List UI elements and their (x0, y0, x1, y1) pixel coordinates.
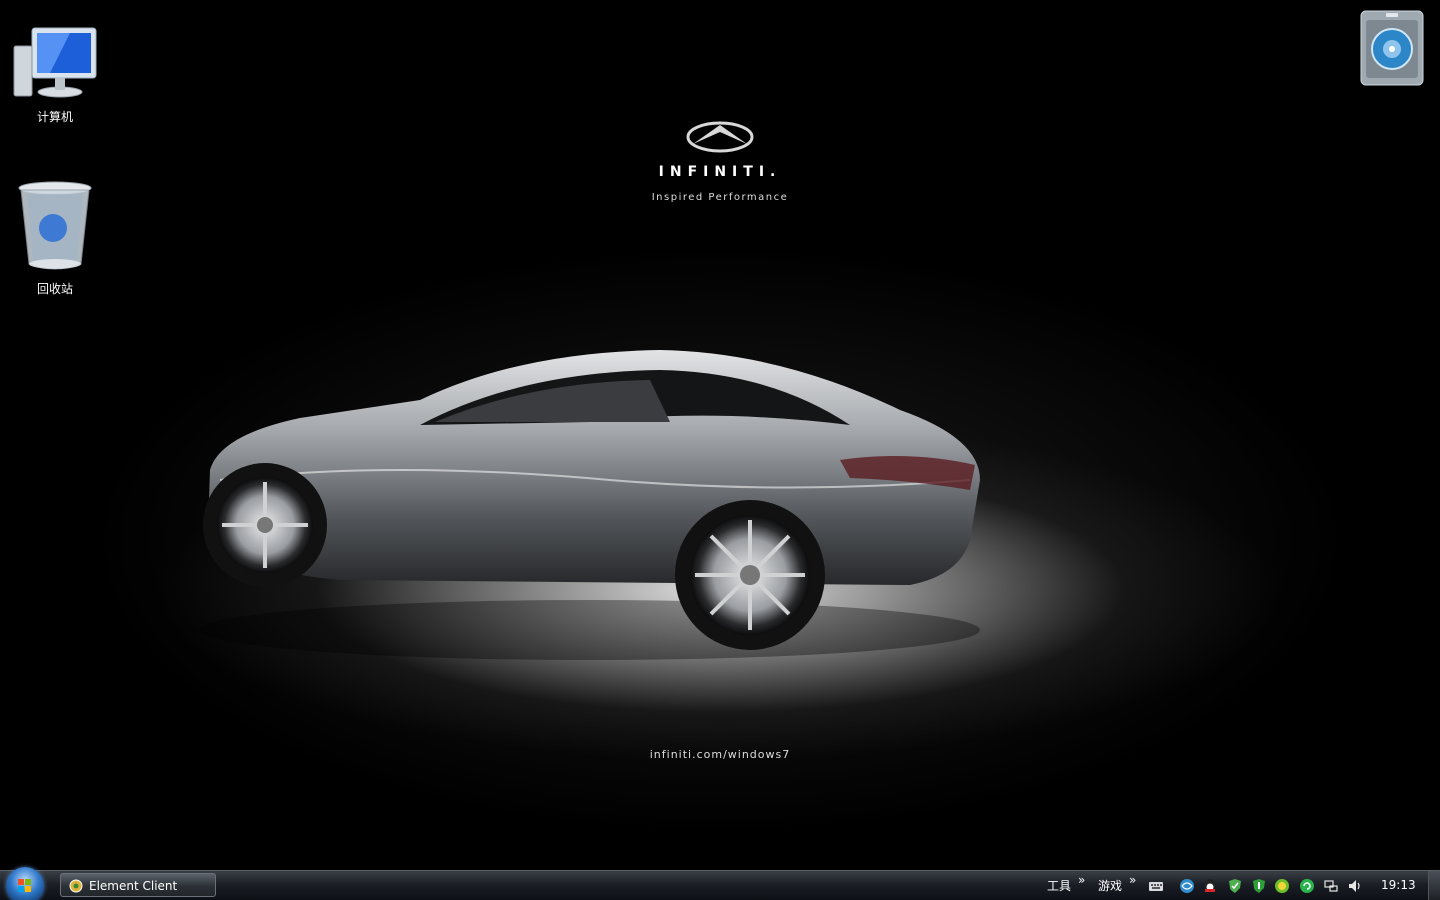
desktop[interactable]: 计算机 回收站 INFINITI. Inspired Performance i… (0, 0, 1440, 870)
toolbar-tools-chevron[interactable]: » (1078, 873, 1085, 887)
wallpaper-brand: INFINITI. Inspired Performance (600, 120, 840, 203)
start-button[interactable] (6, 867, 44, 900)
security-icon[interactable] (1251, 878, 1267, 894)
toolbar-games[interactable]: 游戏 (1098, 877, 1122, 894)
toolbar-tools[interactable]: 工具 (1047, 877, 1071, 894)
show-desktop-button[interactable] (1428, 871, 1440, 900)
update-icon[interactable] (1299, 878, 1315, 894)
infiniti-logo-icon (686, 121, 754, 153)
brand-wordmark: INFINITI. (658, 164, 782, 180)
taskbar-button-element-client[interactable]: Element Client (60, 873, 216, 897)
taskbar-button-label: Element Client (89, 879, 178, 893)
network-icon[interactable] (1323, 878, 1339, 894)
taskbar-clock[interactable]: 19:13 (1381, 878, 1416, 892)
desktop-icon-recycle-bin[interactable]: 回收站 (5, 180, 105, 297)
desktop-icon-label: 回收站 (36, 282, 73, 296)
element-client-icon (69, 879, 83, 893)
volume-icon[interactable] (1347, 878, 1363, 894)
desktop-icon-label: 计算机 (36, 110, 73, 124)
windows-orb-icon (18, 879, 31, 892)
gadget-disc-icon (1360, 10, 1424, 86)
keyboard-icon[interactable] (1148, 878, 1164, 894)
computer-icon (13, 27, 97, 98)
taskbar: Element Client 工具 » 游戏 » 19:13 (0, 867, 1440, 900)
toolbar-games-chevron[interactable]: » (1129, 873, 1136, 887)
desktop-gadget[interactable] (1360, 10, 1424, 86)
network-globe-icon[interactable] (1179, 878, 1195, 894)
recycle-bin-icon (18, 181, 92, 270)
wallpaper-car (200, 350, 980, 660)
shield-icon[interactable] (1227, 878, 1243, 894)
brand-tagline: Inspired Performance (651, 192, 789, 203)
qq-icon[interactable] (1202, 878, 1218, 894)
360-icon[interactable] (1274, 878, 1290, 894)
wallpaper-url: infiniti.com/windows7 (649, 748, 791, 761)
desktop-icon-computer[interactable]: 计算机 (5, 24, 105, 125)
